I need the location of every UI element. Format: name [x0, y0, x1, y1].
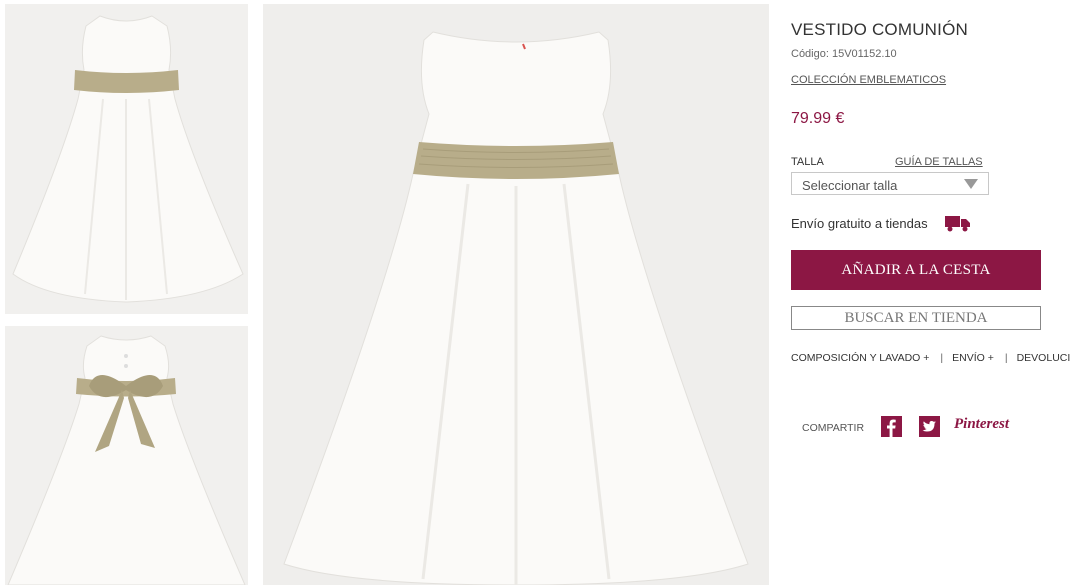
pinterest-share-link[interactable]: Pinterest [954, 416, 1009, 433]
tab-separator: | [1004, 352, 1008, 364]
thumbnail-back[interactable] [5, 326, 248, 585]
truck-icon [945, 216, 970, 232]
share-label: COMPARTIR [802, 422, 865, 434]
tab-separator: | [940, 352, 944, 364]
chevron-down-icon [964, 179, 978, 189]
find-in-store-button[interactable]: BUSCAR EN TIENDA [791, 306, 1041, 330]
size-select-value: Seleccionar talla [802, 178, 898, 193]
product-info-panel: VESTIDO COMUNIÓN Código: 15V01152.10 COL… [791, 0, 1075, 585]
size-select[interactable]: Seleccionar talla [791, 172, 989, 195]
dress-back-thumbnail-image [5, 326, 248, 585]
add-to-cart-button[interactable]: AÑADIR A LA CESTA [791, 250, 1041, 290]
product-title: VESTIDO COMUNIÓN [791, 20, 968, 39]
dress-front-main-image [263, 4, 769, 585]
size-label: TALLA [791, 156, 824, 168]
free-shipping-text: Envío gratuito a tiendas [791, 216, 928, 231]
thumbnail-front[interactable] [5, 4, 248, 314]
facebook-icon[interactable] [881, 416, 902, 437]
dress-front-thumbnail-image [5, 4, 248, 314]
main-product-image[interactable] [263, 4, 769, 585]
size-guide-link[interactable]: GUÍA DE TALLAS [895, 156, 983, 168]
tab-shipping[interactable]: ENVÍO + [952, 352, 994, 364]
product-code: Código: 15V01152.10 [791, 48, 897, 60]
tab-returns[interactable]: DEVOLUCI [1017, 352, 1071, 364]
info-tabs: COMPOSICIÓN Y LAVADO + | ENVÍO + | DEVOLUCI [791, 352, 1075, 366]
twitter-icon[interactable] [919, 416, 940, 437]
product-price: 79.99 € [791, 110, 845, 127]
tab-composition-care[interactable]: COMPOSICIÓN Y LAVADO + [791, 352, 929, 364]
collection-link[interactable]: COLECCIÓN EMBLEMATICOS [791, 74, 946, 86]
